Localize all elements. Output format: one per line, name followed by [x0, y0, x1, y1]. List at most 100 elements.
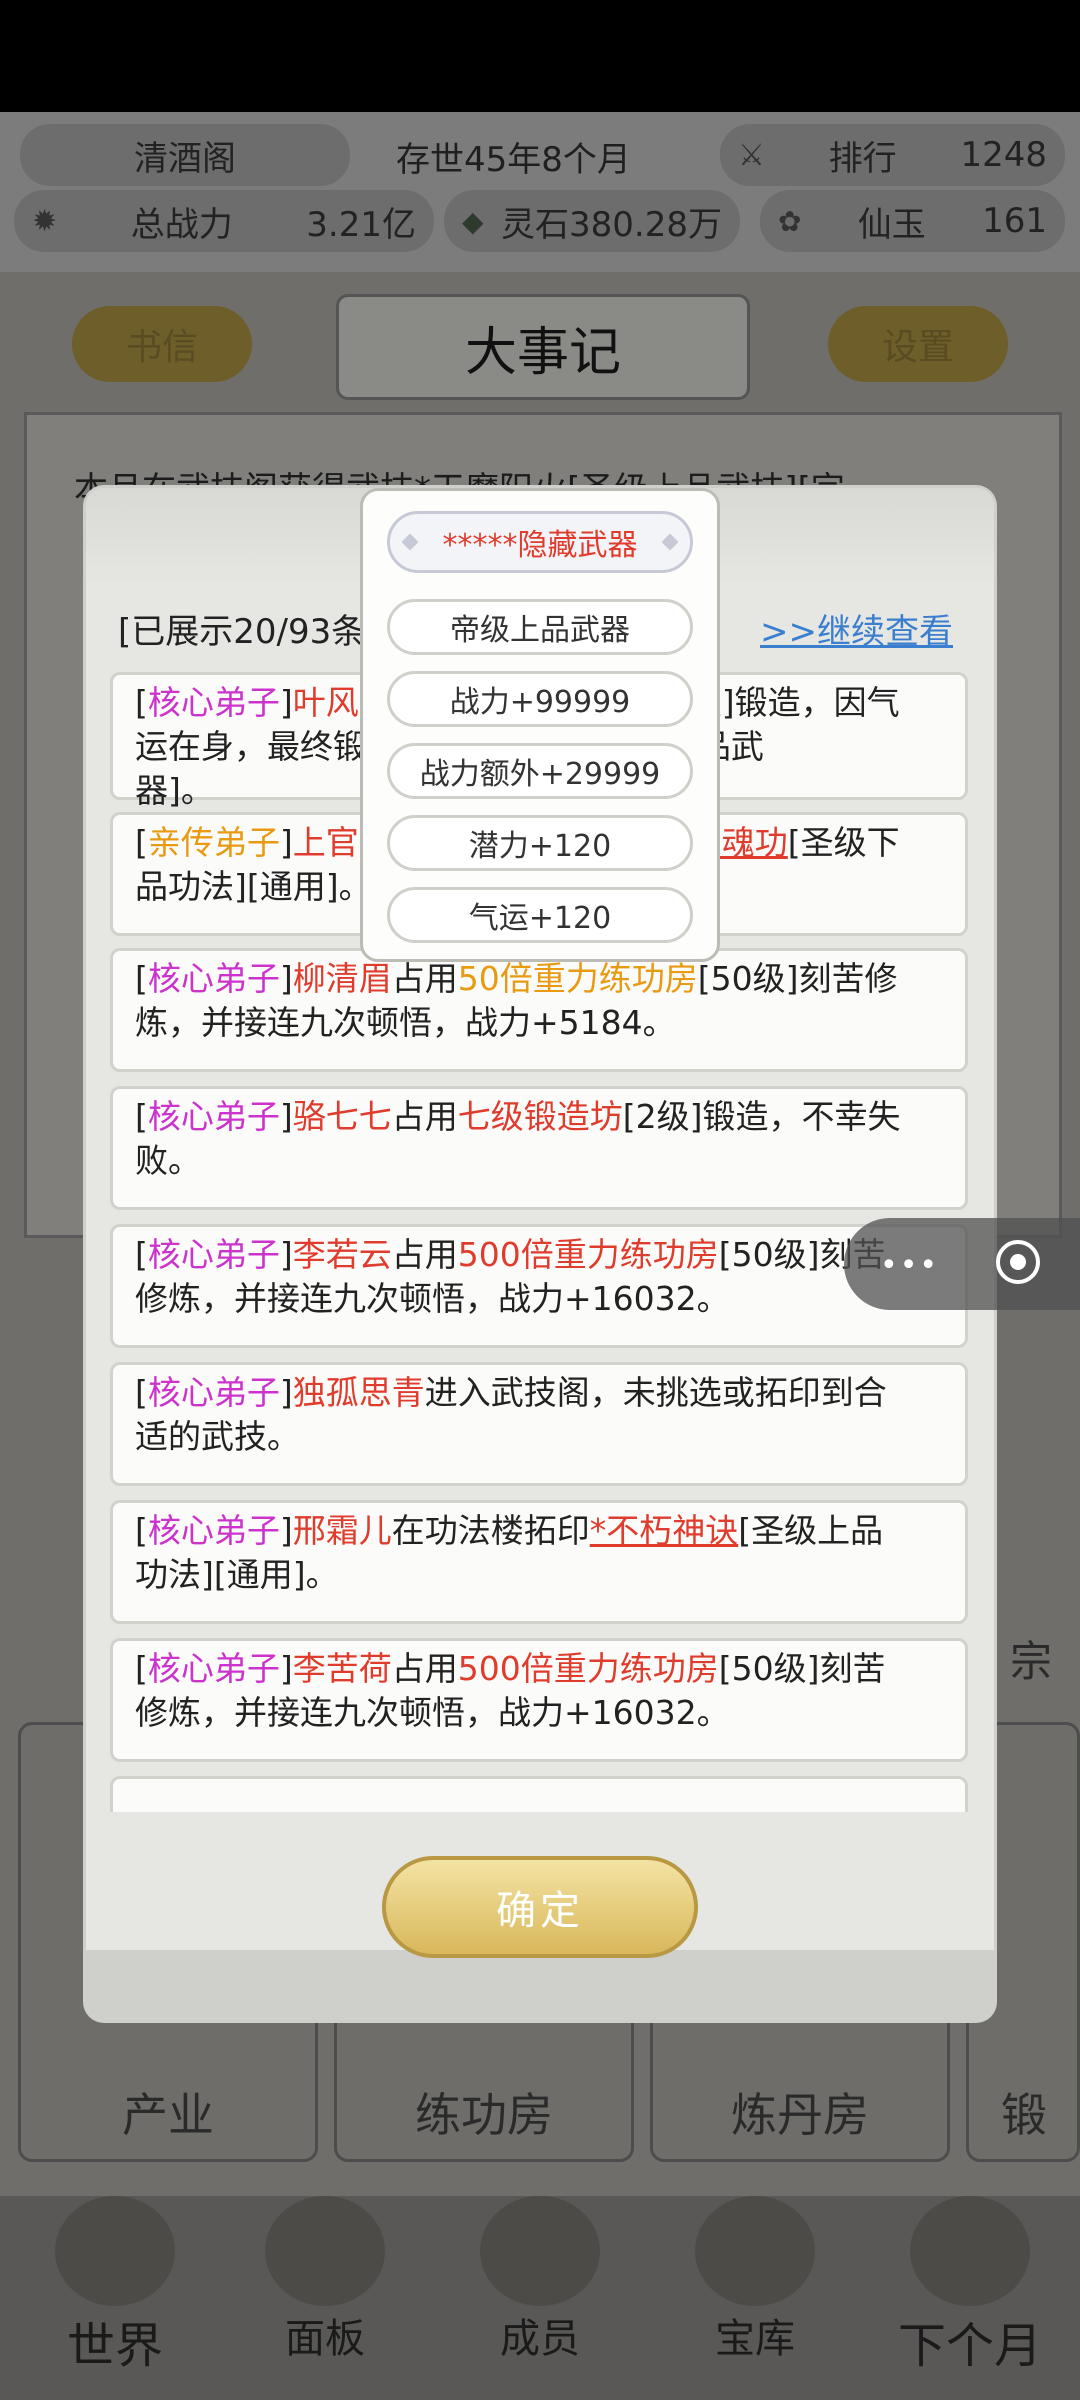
list-item: [核心弟子]李苦荷占用500倍重力练功房[50级]刻苦 修炼，并接连九次顿悟，战…: [110, 1638, 968, 1762]
nav-panel[interactable]: 面板: [240, 2196, 410, 2364]
disciple-name: 李苦荷: [292, 1649, 392, 1688]
rank-pill[interactable]: ⚔ 排行 1248: [720, 124, 1065, 186]
nav-treasury[interactable]: 宝库: [670, 2196, 840, 2364]
power-icon: ✹: [32, 203, 58, 239]
spirit-stone-icon: ◆: [462, 204, 484, 238]
status-bar: [0, 0, 1080, 112]
list-item: [核心弟子]柳清眉占用50倍重力练功房[50级]刻苦修 炼，并接连九次顿悟，战力…: [110, 948, 968, 1072]
role-tag: 核心弟子: [147, 1649, 280, 1688]
entry-text: [50级]刻苦: [718, 1649, 886, 1688]
world-icon: [55, 2196, 175, 2306]
nav-next-month[interactable]: 下个月: [870, 2196, 1070, 2376]
entry-text: 进入武技阁，未挑选或拓印到合: [424, 1373, 887, 1412]
role-tag: 核心弟子: [147, 1373, 280, 1412]
rank-value: 1248: [960, 135, 1047, 175]
nav-treasury-label: 宝库: [715, 2316, 795, 2362]
disciple-name: 李若云: [292, 1235, 392, 1274]
more-dots-icon[interactable]: •••: [880, 1248, 939, 1283]
entry-text: 品功法][通用]。: [135, 867, 372, 906]
members-icon: [480, 2196, 600, 2306]
sect-name: 清酒阁: [134, 138, 236, 179]
entry-text: 适的武技。: [135, 1417, 300, 1456]
item-power: 战力+99999: [387, 671, 693, 727]
immortal-jade-value: 161: [982, 201, 1047, 241]
entry-text: [50级]刻苦修: [697, 959, 898, 998]
immortal-jade-pill: ✿ 仙玉 161: [760, 190, 1065, 252]
diamond-icon: [661, 533, 679, 551]
facility-industry-label: 产业: [122, 2088, 214, 2142]
entry-text: 占用: [391, 1097, 458, 1136]
panel-icon: [265, 2196, 385, 2306]
entry-text: [2级]锻造，不幸失: [622, 1097, 901, 1136]
spirit-stone-pill: ◆ 灵石380.28万: [444, 190, 740, 252]
role-tag: 亲传弟子: [147, 823, 280, 862]
entry-text: 运在身，最终锻: [135, 727, 366, 766]
disciple-name: 独孤思青: [292, 1373, 425, 1412]
continue-view-link[interactable]: >>继续查看: [760, 604, 953, 653]
rank-label: 排行: [828, 138, 897, 179]
facility-name: 500倍重力练功房: [457, 1235, 719, 1274]
entry-text: 在功法楼拓印: [391, 1511, 590, 1550]
role-tag: 核心弟子: [147, 1097, 280, 1136]
page-title: 大事记: [336, 294, 750, 400]
disciple-name: 骆七七: [292, 1097, 392, 1136]
facility-forge-label: 锻: [1001, 2088, 1047, 2142]
close-target-icon-center: [1010, 1254, 1026, 1270]
nav-world[interactable]: 世界: [20, 2196, 210, 2376]
list-item: [核心弟子]李若云占用500倍重力练功房[50级]刻苦 修炼，并接连九次顿悟，战…: [110, 1224, 968, 1348]
item-name: *****隐藏武器: [387, 511, 693, 573]
disciple-name: 上官: [292, 823, 359, 862]
power-label: 总战力: [130, 204, 233, 245]
entry-text: 修炼，并接连九次顿悟，战力+16032。: [135, 1693, 730, 1732]
entry-text: 占用: [391, 959, 458, 998]
item-potential: 潜力+120: [387, 815, 693, 871]
list-item: [核心弟子]骆七七占用七级锻造坊[2级]锻造，不幸失 败。: [110, 1086, 968, 1210]
background-side-char: 宗: [1010, 1637, 1053, 1686]
next-month-icon: [910, 2196, 1030, 2306]
facility-name: 七级锻造坊: [457, 1097, 623, 1136]
entry-text: [圣级上品: [738, 1511, 884, 1550]
nav-panel-label: 面板: [285, 2316, 365, 2362]
diamond-icon: [401, 533, 419, 551]
item-luck: 气运+120: [387, 887, 693, 943]
disciple-name: 叶风: [292, 683, 359, 722]
entry-text: 器]。: [135, 771, 214, 810]
nav-next-month-label: 下个月: [897, 2318, 1042, 2374]
nav-members-label: 成员: [500, 2316, 580, 2362]
list-item: [110, 1776, 968, 1812]
item-grade: 帝级上品武器: [387, 599, 693, 655]
role-tag: 核心弟子: [147, 683, 280, 722]
entry-text: 功法][通用]。: [135, 1555, 339, 1594]
facility-name: 500倍重力练功房: [457, 1649, 719, 1688]
power-pill: ✹ 总战力 3.21亿: [14, 190, 434, 252]
facility-alchemy-room-label: 炼丹房: [731, 2088, 869, 2142]
facility-name: 50倍重力练功房: [457, 959, 698, 998]
sect-name-pill: 清酒阁: [20, 124, 350, 186]
role-tag: 核心弟子: [147, 1511, 280, 1550]
entry-text: 败。: [135, 1141, 201, 1180]
confirm-button[interactable]: 确定: [382, 1856, 698, 1958]
settings-button[interactable]: 设置: [828, 306, 1008, 382]
entry-text: 占用: [391, 1649, 458, 1688]
immortal-jade-icon: ✿: [778, 204, 802, 238]
item-extra-power: 战力额外+29999: [387, 743, 693, 799]
nav-members[interactable]: 成员: [455, 2196, 625, 2364]
entry-text: 修炼，并接连九次顿悟，战力+16032。: [135, 1279, 730, 1318]
entry-text: [圣级下: [787, 823, 900, 862]
nav-world-label: 世界: [66, 2318, 163, 2374]
rank-icon: ⚔: [738, 137, 765, 173]
power-value: 3.21亿: [306, 204, 416, 245]
disciple-name: 邢霜儿: [292, 1511, 392, 1550]
dialog-bottom-decoration: [86, 1950, 994, 2020]
item-name-text: *****隐藏武器: [442, 528, 638, 563]
technique-link[interactable]: *不朽神诀: [590, 1511, 739, 1550]
spirit-stone-value: 灵石380.28万: [501, 204, 722, 245]
entry-text: 炼，并接连九次顿悟，战力+5184。: [135, 1003, 676, 1042]
entry-text: 级]锻造，因气: [688, 683, 900, 722]
letters-button[interactable]: 书信: [72, 306, 252, 382]
entry-text: 占用: [391, 1235, 458, 1274]
list-item: [核心弟子]独孤思青进入武技阁，未挑选或拓印到合 适的武技。: [110, 1362, 968, 1486]
role-tag: 核心弟子: [147, 959, 280, 998]
immortal-jade-label: 仙玉: [857, 204, 926, 245]
role-tag: 核心弟子: [147, 1235, 280, 1274]
